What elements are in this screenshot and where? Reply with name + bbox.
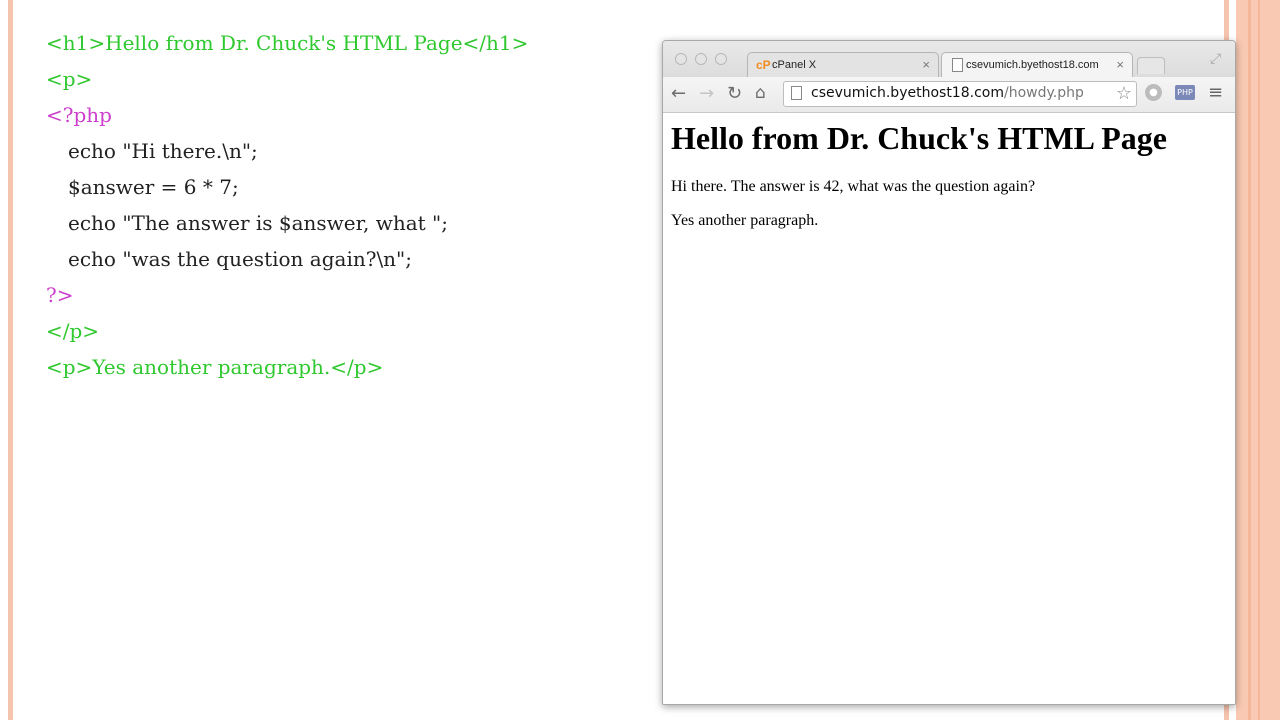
page-paragraph: Hi there. The answer is 42, what was the… <box>671 178 1036 195</box>
url-text: csevumich.byethost18.com/howdy.php <box>811 85 1084 101</box>
php-extension-icon[interactable]: PHP <box>1175 85 1195 100</box>
bookmark-star-icon[interactable]: ☆ <box>1116 83 1132 104</box>
code-line: <h1>Hello from Dr. Chuck's HTML Page</h1… <box>46 31 529 55</box>
new-tab-button[interactable] <box>1137 57 1165 74</box>
tab-title: cPanel X <box>772 59 817 71</box>
hamburger-menu-icon[interactable]: ≡ <box>1208 82 1223 103</box>
extension-icon[interactable]: ● <box>1145 84 1162 101</box>
code-line: echo "was the question again?\n"; <box>68 247 412 271</box>
window-zoom-button[interactable] <box>715 53 727 65</box>
code-line: <?php <box>46 103 112 127</box>
code-listing: <h1>Hello from Dr. Chuck's HTML Page</h1… <box>46 28 528 388</box>
url-host: csevumich.byethost18.com <box>811 85 1004 101</box>
window-close-button[interactable] <box>675 53 687 65</box>
page-paragraph: Yes another paragraph. <box>671 212 819 229</box>
code-line: $answer = 6 * 7; <box>68 175 239 199</box>
page-heading: Hello from Dr. Chuck's HTML Page <box>671 120 1167 156</box>
code-line: echo "The answer is $answer, what "; <box>68 211 448 235</box>
page-viewport: Hello from Dr. Chuck's HTML Page Hi ther… <box>663 113 1235 704</box>
address-bar[interactable]: csevumich.byethost18.com/howdy.php ☆ <box>783 81 1137 107</box>
reload-icon[interactable]: ↻ <box>727 83 742 104</box>
fullscreen-icon[interactable]: ⤢ <box>1210 51 1221 67</box>
document-icon <box>952 58 963 72</box>
tab-title: csevumich.byethost18.com <box>966 59 1099 71</box>
tab-howdy[interactable]: csevumich.byethost18.com × <box>941 52 1133 78</box>
forward-arrow-icon[interactable]: → <box>699 83 714 104</box>
window-minimize-button[interactable] <box>695 53 707 65</box>
code-line: <p>Yes another paragraph.</p> <box>46 355 384 379</box>
browser-window: cP cPanel X × csevumich.byethost18.com ×… <box>662 40 1236 705</box>
cpanel-logo-icon: cP <box>756 58 771 72</box>
tab-cpanel[interactable]: cP cPanel X × <box>747 52 939 78</box>
browser-toolbar: ← → ↻ ⌂ csevumich.byethost18.com/howdy.p… <box>663 77 1235 113</box>
code-line: <p> <box>46 67 93 91</box>
url-path: /howdy.php <box>1003 85 1084 101</box>
code-line: </p> <box>46 319 100 343</box>
page-icon <box>791 86 802 100</box>
code-line: ?> <box>46 283 74 307</box>
tab-close-button[interactable]: × <box>922 57 930 72</box>
code-line: echo "Hi there.\n"; <box>68 139 258 163</box>
tab-strip: cP cPanel X × csevumich.byethost18.com ×… <box>663 41 1235 78</box>
home-icon[interactable]: ⌂ <box>755 83 766 103</box>
tab-close-button[interactable]: × <box>1116 57 1124 72</box>
back-arrow-icon[interactable]: ← <box>671 83 686 104</box>
slide-left-border <box>0 0 14 720</box>
